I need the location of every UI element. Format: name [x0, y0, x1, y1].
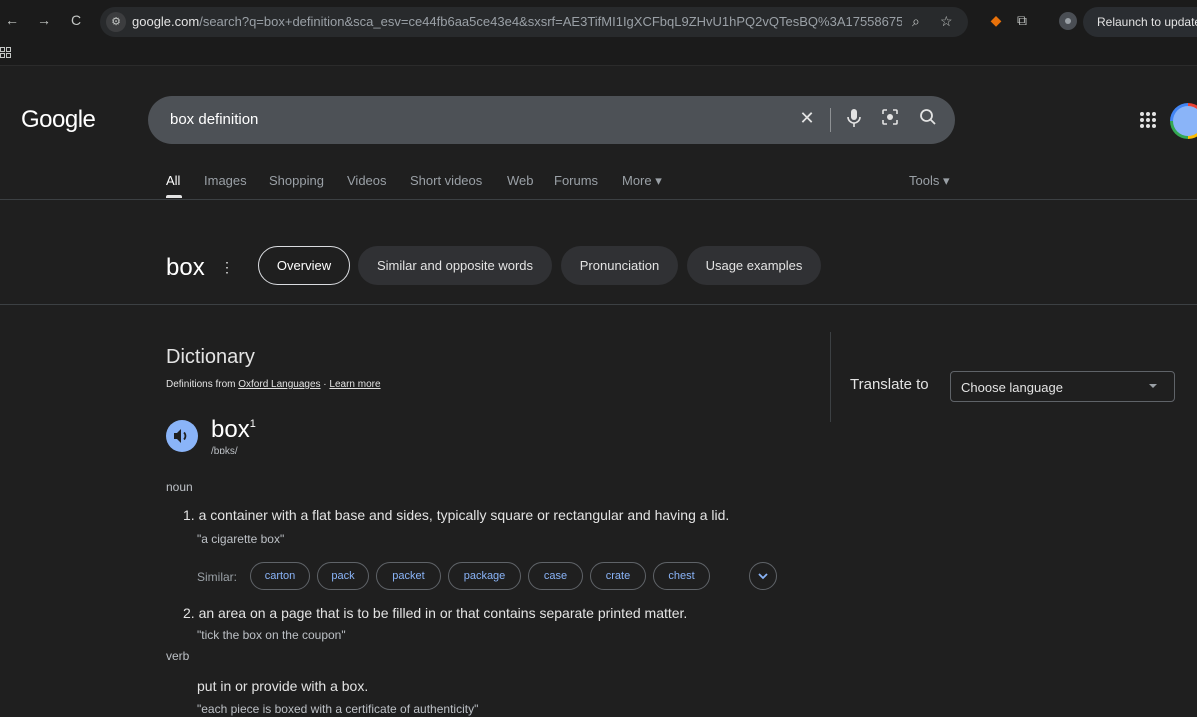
address-bar[interactable]: ⚙ google.com/search?q=box+definition&sca… [100, 7, 968, 37]
tab-all[interactable]: All [166, 173, 180, 188]
example-3: "each piece is boxed with a certificate … [197, 702, 479, 716]
definition-2: 2. an area on a page that is to be fille… [183, 605, 688, 621]
lens-search-icon[interactable] [879, 108, 901, 131]
chip-usage-examples[interactable]: Usage examples [687, 246, 821, 285]
search-input[interactable]: box definition [170, 111, 258, 128]
apps-shortcut-icon[interactable] [0, 47, 12, 59]
expand-synonyms-button[interactable] [749, 562, 777, 590]
synonym-chip[interactable]: case [528, 562, 583, 590]
language-select[interactable]: Choose language [950, 371, 1175, 402]
panel-divider [830, 332, 831, 422]
dictionary-source: Definitions from Oxford Languages · Lear… [166, 379, 381, 390]
chevron-down-icon [758, 573, 768, 580]
chips-divider [0, 304, 1197, 305]
oxford-languages-link[interactable]: Oxford Languages [238, 379, 320, 390]
search-icon[interactable] [917, 108, 939, 131]
translate-label: Translate to [850, 376, 929, 393]
profile-avatar-icon[interactable] [1059, 12, 1077, 30]
chip-overview[interactable]: Overview [258, 246, 350, 285]
back-button[interactable]: ← [2, 10, 22, 30]
dictionary-title: Dictionary [166, 346, 255, 368]
bookmarks-bar [0, 44, 1197, 66]
browser-toolbar: ← → C ⚙ google.com/search?q=box+definiti… [0, 0, 1197, 44]
more-options-icon[interactable]: ⋮ [220, 259, 234, 276]
header-divider [0, 199, 1197, 200]
tab-videos[interactable]: Videos [347, 173, 387, 188]
account-avatar[interactable] [1170, 103, 1197, 139]
reload-button[interactable]: C [66, 10, 86, 30]
definition-3: put in or provide with a box. [197, 678, 369, 694]
tab-short-videos[interactable]: Short videos [410, 173, 482, 188]
zoom-icon[interactable]: ⌕ [912, 13, 920, 30]
search-divider [830, 108, 831, 132]
synonym-chip[interactable]: carton [250, 562, 310, 590]
tab-shopping[interactable]: Shopping [269, 173, 324, 188]
url-path: /search?q=box+definition&sca_esv=ce44fb6… [199, 14, 902, 29]
clear-icon[interactable]: ✕ [796, 108, 818, 129]
tab-images[interactable]: Images [204, 173, 247, 188]
speaker-icon [174, 429, 187, 443]
tab-forums[interactable]: Forums [554, 173, 598, 188]
synonym-chip[interactable]: crate [590, 562, 646, 590]
site-settings-icon[interactable]: ⚙ [106, 12, 126, 32]
synonym-chip[interactable]: package [448, 562, 521, 590]
synonym-chip[interactable]: chest [653, 562, 710, 590]
pronounce-speaker-button[interactable] [166, 420, 198, 452]
tab-more[interactable]: More ▾ [622, 173, 662, 189]
url-host: google.com [132, 14, 200, 29]
tools-button[interactable]: Tools ▾ [909, 173, 950, 189]
headword: box1 [211, 416, 256, 444]
google-logo[interactable]: Google [21, 106, 96, 134]
example-1: "a cigarette box" [197, 532, 285, 546]
chip-similar-opposite[interactable]: Similar and opposite words [358, 246, 552, 285]
definition-1: 1. a container with a flat base and side… [183, 507, 730, 523]
tab-web[interactable]: Web [507, 173, 534, 188]
voice-search-icon[interactable] [843, 108, 865, 133]
language-select-value: Choose language [961, 380, 1063, 395]
search-box[interactable]: box definition ✕ [148, 96, 955, 144]
synonym-chip[interactable]: packet [376, 562, 441, 590]
example-2: "tick the box on the coupon" [197, 628, 346, 642]
word-heading: box [166, 254, 205, 281]
url-text[interactable]: google.com/search?q=box+definition&sca_e… [132, 14, 902, 29]
pos-noun: noun [166, 480, 193, 494]
extension-icon[interactable]: ◆ [986, 10, 1006, 30]
caret-down-icon [1149, 384, 1157, 388]
source-prefix: Definitions from [166, 379, 239, 390]
relaunch-button[interactable]: Relaunch to update [1083, 7, 1197, 37]
chip-pronunciation[interactable]: Pronunciation [561, 246, 678, 285]
headword-superscript: 1 [249, 418, 256, 430]
active-tab-indicator [166, 195, 182, 198]
synonym-chip[interactable]: pack [317, 562, 369, 590]
similar-label: Similar: [197, 570, 238, 584]
bookmark-star-icon[interactable]: ☆ [940, 13, 953, 30]
google-apps-icon[interactable] [1140, 112, 1156, 128]
phonetic-spelling: /bɒks/ [211, 446, 238, 457]
pos-verb: verb [166, 649, 190, 663]
forward-button[interactable]: → [34, 10, 54, 30]
headword-text: box [211, 416, 250, 443]
extensions-puzzle-icon[interactable]: ⧉ [1012, 10, 1032, 30]
learn-more-link[interactable]: Learn more [329, 379, 380, 390]
